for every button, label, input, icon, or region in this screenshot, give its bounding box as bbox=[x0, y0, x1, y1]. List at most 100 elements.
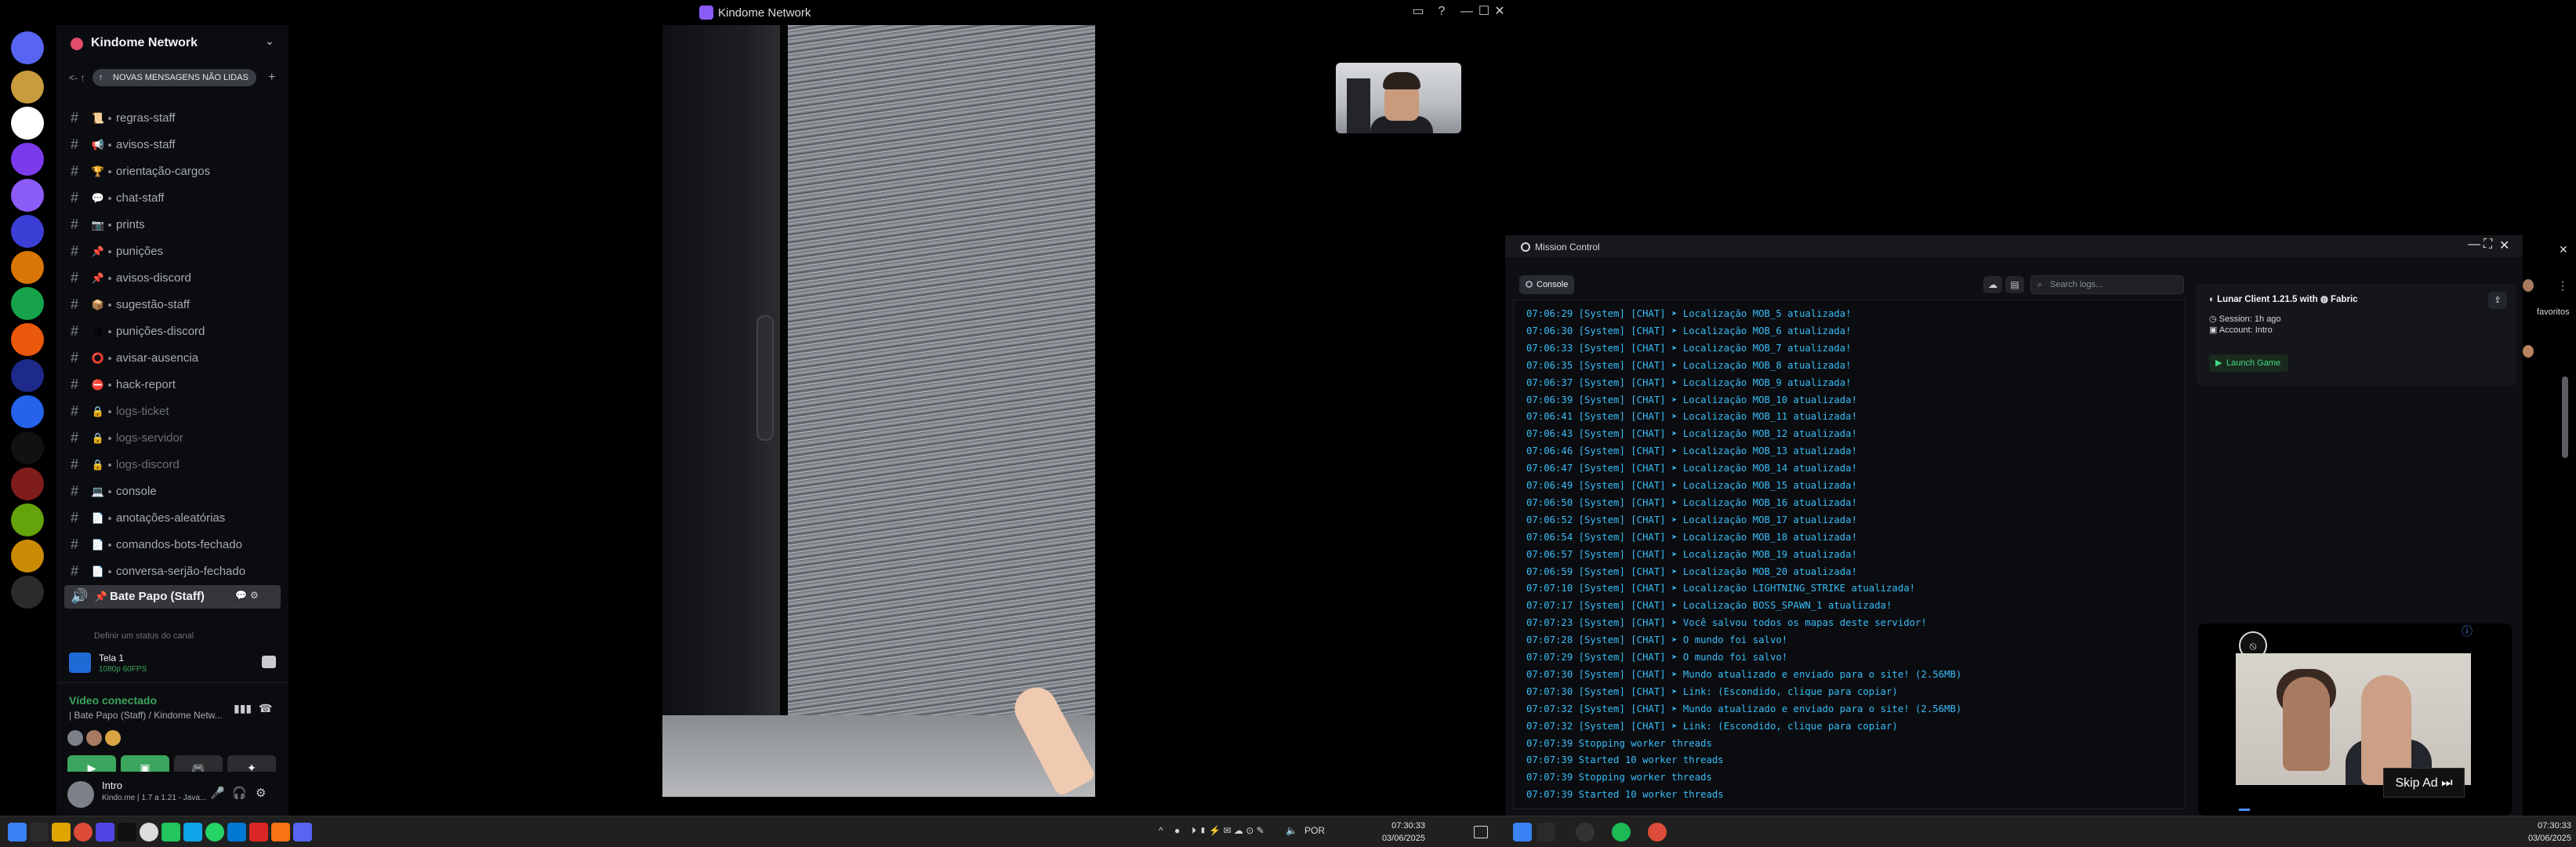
channel-item[interactable]: # 💬 chat-staff bbox=[64, 187, 281, 210]
tray-overflow-icon[interactable]: ^ bbox=[1159, 825, 1163, 836]
help-icon[interactable]: ? bbox=[1431, 3, 1452, 20]
server-icon[interactable] bbox=[11, 71, 44, 104]
avatar[interactable] bbox=[105, 730, 121, 746]
channel-item[interactable]: # 🔒 logs-discord bbox=[64, 453, 281, 477]
stream-settings-icon[interactable] bbox=[262, 656, 276, 668]
app-icon[interactable] bbox=[183, 823, 202, 842]
clock[interactable]: 07:30:33 03/06/2025 bbox=[2516, 820, 2571, 845]
maximize-button[interactable]: ⛶ bbox=[2483, 238, 2492, 252]
video-ad[interactable]: ⦸ ⓘ Skip Ad ⏭ bbox=[2198, 623, 2512, 816]
file-explorer-icon[interactable] bbox=[52, 823, 71, 842]
scrollbar[interactable] bbox=[2562, 376, 2568, 458]
minimize-button[interactable]: — bbox=[2468, 238, 2480, 252]
avatar[interactable] bbox=[67, 730, 83, 746]
app-icon[interactable] bbox=[140, 823, 158, 842]
task-view-icon[interactable] bbox=[1537, 823, 1555, 842]
channel-item[interactable]: # 📷 prints bbox=[64, 213, 281, 237]
signal-icon[interactable]: ▮▮▮ bbox=[234, 702, 252, 715]
clock[interactable]: 07:30:33 03/06/2025 bbox=[1370, 820, 1425, 845]
cloud-icon[interactable]: ☁ bbox=[1983, 276, 2002, 293]
headphones-icon[interactable]: 🎧 bbox=[232, 786, 247, 800]
launch-game-button[interactable]: ▶ Launch Game bbox=[2209, 354, 2289, 372]
server-icon[interactable] bbox=[11, 431, 44, 464]
app-icon[interactable] bbox=[1576, 823, 1595, 842]
channel-item[interactable]: # 🔒 logs-servidor bbox=[64, 427, 281, 450]
add-channel-icon[interactable]: + bbox=[268, 71, 275, 85]
channel-item[interactable]: # ⭕ avisar-ausencia bbox=[64, 347, 281, 370]
server-icon[interactable] bbox=[11, 467, 44, 500]
close-icon[interactable]: ✕ bbox=[2559, 243, 2568, 256]
channel-item[interactable]: # 📌 avisos-discord bbox=[64, 267, 281, 290]
server-folder[interactable] bbox=[11, 359, 44, 392]
terminal-icon[interactable] bbox=[118, 823, 136, 842]
microphone-icon[interactable]: 🎤 bbox=[210, 786, 225, 800]
channel-item[interactable]: # 📄 anotações-aleatórias bbox=[64, 507, 281, 530]
channel-status[interactable]: Definir um status do canal bbox=[94, 631, 194, 641]
favorites-label[interactable]: favoritos bbox=[2537, 307, 2570, 317]
more-icon[interactable]: ⋮ bbox=[2557, 279, 2568, 293]
skip-ad-button[interactable]: Skip Ad ⏭ bbox=[2383, 768, 2465, 798]
start-icon[interactable] bbox=[8, 823, 27, 842]
spotify-tray-icon[interactable]: ● bbox=[1174, 825, 1180, 836]
task-view-icon[interactable] bbox=[30, 823, 49, 842]
spotify-icon[interactable] bbox=[1612, 823, 1631, 842]
volume-icon[interactable]: 🔈 bbox=[1286, 825, 1297, 836]
unread-messages-banner[interactable]: ↑ NOVAS MENSAGENS NÃO LIDAS bbox=[93, 69, 256, 86]
info-icon[interactable]: ⓘ bbox=[2462, 623, 2473, 639]
console-log[interactable]: 07:06:29 [System] [CHAT] ➤ Localização M… bbox=[1513, 300, 2186, 809]
server-icon[interactable] bbox=[11, 503, 44, 536]
ad-video-frame[interactable] bbox=[2236, 653, 2471, 785]
search-app-icon[interactable] bbox=[271, 823, 290, 842]
chrome-icon[interactable] bbox=[1648, 823, 1667, 842]
disconnect-icon[interactable]: ☎ bbox=[259, 702, 272, 715]
server-icon[interactable] bbox=[11, 179, 44, 212]
channel-item[interactable]: # 📢 avisos-staff bbox=[64, 133, 281, 157]
upload-icon[interactable]: ⇪ bbox=[2488, 292, 2507, 309]
voice-channel-path[interactable]: | Bate Papo (Staff) / Kindome Netw... bbox=[69, 710, 223, 721]
server-icon[interactable] bbox=[11, 287, 44, 320]
direct-messages-button[interactable] bbox=[11, 31, 44, 64]
channel-item[interactable]: # ⛔ hack-report bbox=[64, 373, 281, 397]
app-icon[interactable] bbox=[96, 823, 114, 842]
app-icon[interactable] bbox=[249, 823, 268, 842]
chevron-down-icon[interactable]: ⌄ bbox=[265, 35, 274, 48]
chrome-icon[interactable] bbox=[74, 823, 93, 842]
language-indicator[interactable]: POR bbox=[1304, 825, 1325, 836]
search-logs-input[interactable]: ⌕ Search logs... bbox=[2030, 275, 2184, 294]
channel-item[interactable]: # 📦 sugestão-staff bbox=[64, 293, 281, 317]
app-icon[interactable] bbox=[227, 823, 246, 842]
channel-item[interactable]: # 🛡 punições-discord bbox=[64, 320, 281, 344]
server-icon[interactable] bbox=[11, 107, 44, 140]
app-icon[interactable] bbox=[161, 823, 180, 842]
server-icon[interactable] bbox=[11, 215, 44, 248]
folder-icon[interactable]: ▤ bbox=[2005, 276, 2024, 293]
server-icon[interactable] bbox=[11, 540, 44, 573]
start-icon[interactable] bbox=[1513, 823, 1532, 842]
notification-icon[interactable] bbox=[1474, 826, 1488, 838]
screen-share-video[interactable] bbox=[662, 25, 1095, 797]
channel-item[interactable]: # 📌 punições bbox=[64, 240, 281, 264]
channel-item[interactable]: # 📄 comandos-bots-fechado bbox=[64, 533, 281, 557]
gear-icon[interactable]: ⚙ bbox=[256, 786, 266, 800]
channel-item[interactable]: # 🔒 logs-ticket bbox=[64, 400, 281, 424]
voice-channel-bate-papo[interactable]: 🔊 📌 Bate Papo (Staff) 💬⚙ bbox=[64, 585, 281, 609]
discord-taskbar-icon[interactable] bbox=[293, 823, 312, 842]
server-icon[interactable] bbox=[11, 395, 44, 428]
server-icon[interactable] bbox=[11, 251, 44, 284]
server-icon[interactable] bbox=[11, 576, 44, 609]
tab-console[interactable]: Console bbox=[1519, 275, 1574, 294]
avatar[interactable] bbox=[86, 730, 102, 746]
channel-item[interactable]: # 📄 conversa-serjão-fechado bbox=[64, 560, 281, 583]
channel-item[interactable]: # 🏆 orientação-cargos bbox=[64, 160, 281, 184]
tray-icons[interactable]: ⏵ ▮ ⚡ ✉ ☁ ⊙ ✎ bbox=[1192, 825, 1264, 837]
whatsapp-icon[interactable] bbox=[205, 823, 224, 842]
username[interactable]: Intro bbox=[102, 780, 122, 791]
server-icon[interactable] bbox=[11, 143, 44, 176]
close-button[interactable]: ✕ bbox=[2499, 238, 2509, 253]
channel-actions[interactable]: 💬⚙ bbox=[235, 590, 262, 601]
channel-item[interactable]: # 📜 regras-staff bbox=[64, 107, 281, 130]
channel-item[interactable]: # 💻 console bbox=[64, 480, 281, 503]
inbox-icon[interactable]: ▭ bbox=[1408, 3, 1428, 20]
server-header[interactable]: Kindome Network ⌄ bbox=[56, 25, 288, 63]
camera-pip-video[interactable] bbox=[1336, 63, 1461, 133]
